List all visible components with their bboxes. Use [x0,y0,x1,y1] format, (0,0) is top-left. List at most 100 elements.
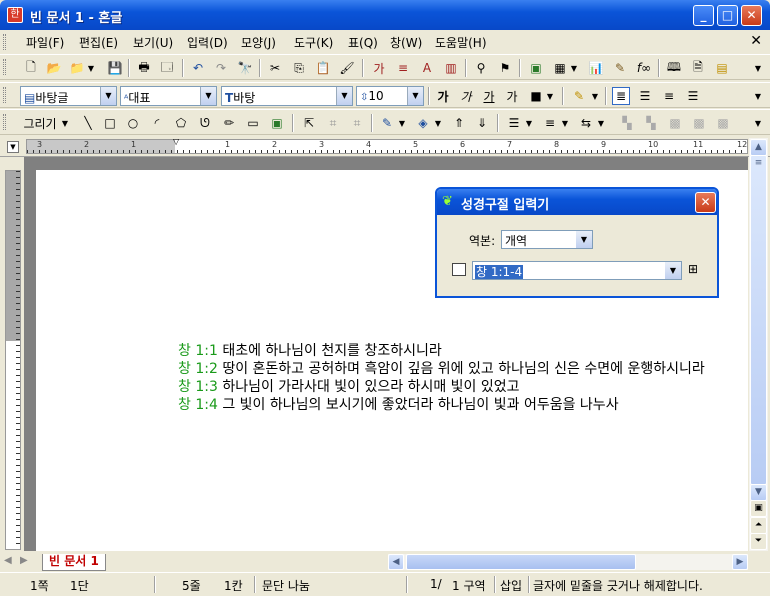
font-lang-select[interactable]: ▤바탕글 ▼ [20,86,117,106]
scroll-down-icon[interactable]: ▼ [750,484,767,501]
line-icon[interactable]: ╲ [79,114,97,132]
next-page-icon[interactable]: ⏷ [750,533,767,550]
distribute-icon[interactable]: ▚ [642,114,660,132]
scroll-left-icon[interactable]: ◀ [388,554,404,570]
line-style-icon[interactable]: ☰ [505,114,523,132]
text-color-icon[interactable]: ■ [527,87,545,105]
prev-page-icon[interactable]: ⏶ [750,517,767,534]
send-backward-icon[interactable]: ⇓ [473,114,491,132]
verse-line[interactable]: 창 1:4 그 빛이 하나님의 보시기에 좋았더라 하나님이 빛과 어두움을 나… [178,394,619,414]
app-icon[interactable]: 한 [7,7,23,23]
dialog-title-bar[interactable]: ❦ 성경구절 입력기 ✕ [437,189,717,215]
chevron-down-icon[interactable]: ▼ [665,262,681,279]
document-tab[interactable]: 빈 문서 1 [42,554,106,571]
dialog-close-button[interactable]: ✕ [695,192,716,213]
style-icon[interactable]: A [418,59,436,77]
line-width-icon[interactable]: ≡ [541,114,559,132]
chevron-down-icon[interactable]: ▼ [86,59,96,77]
group-icon[interactable]: ⌗ [324,114,342,132]
bring-forward-icon[interactable]: ⇑ [450,114,468,132]
ruler-scale[interactable]: 3 2 1 1 2 3 4 5 6 7 8 9 10 11 12 ▽ [26,138,748,154]
polygon-icon[interactable]: ⬠ [172,114,190,132]
paste-icon[interactable]: 📋 [314,59,332,77]
picture-icon[interactable]: ▣ [527,59,545,77]
rotate-icon[interactable]: ▩ [666,114,684,132]
chevron-down-icon[interactable]: ▼ [100,87,116,105]
chevron-down-icon[interactable]: ▼ [569,59,579,77]
chevron-down-icon[interactable]: ▼ [560,114,570,132]
align-right-icon[interactable]: ☰ [684,87,702,105]
underline-button[interactable]: 가 [480,87,498,105]
bookmark-icon[interactable]: ⚑ [496,59,514,77]
undo-icon[interactable]: ↶ [189,59,207,77]
hyperlink-icon[interactable]: ⚲ [472,59,490,77]
format-painter-icon[interactable]: 🖌 [338,59,356,77]
memo-icon[interactable]: ▤ [713,59,731,77]
close-button[interactable]: ✕ [741,5,762,26]
toolbar-overflow-icon[interactable]: ▼ [752,114,764,132]
menu-view[interactable]: 보기(U) [133,34,173,51]
chevron-down-icon[interactable]: ▼ [590,87,600,105]
open-folder-icon[interactable]: 📂 [45,59,63,77]
vertical-ruler[interactable] [5,170,21,550]
maximize-button[interactable]: □ [717,5,738,26]
align-center-icon[interactable]: ≡ [660,87,678,105]
char-shape-icon[interactable]: 가 [370,59,388,77]
rectangle-icon[interactable]: □ [101,114,119,132]
menu-tools[interactable]: 도구(K) [294,34,333,51]
drawing-icon[interactable]: ✎ [611,59,629,77]
vertical-scrollbar[interactable]: ▲ ≡ ▼ ▣ ⏶ ⏷ [749,138,768,551]
align-justify-icon[interactable]: ≣ [612,87,630,105]
book-icon[interactable] [452,263,466,276]
menu-insert[interactable]: 입력(D) [187,34,228,51]
open-menu-icon[interactable]: 📁 [68,59,86,77]
freehand-icon[interactable]: ✏ [220,114,238,132]
para-shape-icon[interactable]: ≡ [394,59,412,77]
toolbar-grip[interactable] [3,114,6,130]
ellipse-icon[interactable]: ○ [124,114,142,132]
fill-color-icon[interactable]: ◈ [414,114,432,132]
menu-window[interactable]: 창(W) [390,34,422,51]
minimize-button[interactable]: _ [693,5,714,26]
align-left-icon[interactable]: ☰ [636,87,654,105]
font-size-select[interactable]: ⇳10 ▼ [356,86,424,106]
toolbar-overflow-icon[interactable]: ▼ [752,59,764,77]
menu-help[interactable]: 도움말(H) [435,34,487,51]
tab-prev-icon[interactable]: ◀ [4,555,12,566]
curve-icon[interactable]: ᘎ [196,114,214,132]
ruler-toggle-icon[interactable]: ▼ [7,141,19,153]
flip-horizontal-icon[interactable]: ▩ [690,114,708,132]
toolbar-grip[interactable] [3,87,6,103]
scroll-thumb[interactable]: ≡ [750,155,767,485]
chevron-down-icon[interactable]: ▼ [545,87,555,105]
menu-edit[interactable]: 편집(E) [79,34,118,51]
dictionary-icon[interactable]: 🕮 [665,59,683,77]
verse-line[interactable]: 창 1:3 하나님이 가라사대 빛이 있으라 하시매 빛이 있었고 [178,376,520,396]
chevron-down-icon[interactable]: ▼ [336,87,352,105]
flip-vertical-icon[interactable]: ▩ [714,114,732,132]
chevron-down-icon[interactable]: ▼ [200,87,216,105]
save-icon[interactable]: 💾 [106,59,124,77]
scroll-up-icon[interactable]: ▲ [750,139,767,156]
indent-marker-icon[interactable]: ▽ [173,138,181,146]
horizontal-ruler[interactable]: ▼ 3 2 1 1 2 3 4 5 6 7 8 9 10 11 12 ▽ [0,137,770,157]
menu-grip[interactable] [3,34,6,50]
textbox-icon[interactable]: ▭ [244,114,262,132]
horizontal-scrollbar[interactable]: ◀ ▶ [388,554,748,570]
verse-line[interactable]: 창 1:1 태초에 하나님이 천지를 창조하시니라 [178,340,442,360]
emphasis-button[interactable]: 가 [503,87,521,105]
version-select[interactable]: 개역 ▼ [501,230,593,249]
draw-menu-button[interactable]: 그리기 [22,114,58,132]
toolbar-grip[interactable] [3,59,6,75]
select-object-icon[interactable]: ⇱ [300,114,318,132]
ungroup-icon[interactable]: ⌗ [348,114,366,132]
status-mode[interactable]: 삽입 [500,577,522,594]
italic-button[interactable]: 가 [457,87,475,105]
insert-verse-icon[interactable]: ⊞ [688,262,698,276]
print-preview-icon[interactable]: 🗔 [158,59,176,77]
bold-button[interactable]: 가 [434,87,452,105]
arrow-style-icon[interactable]: ⇆ [577,114,595,132]
line-color-icon[interactable]: ✎ [378,114,396,132]
page-view-icon[interactable]: ▣ [750,500,767,517]
menu-format[interactable]: 모양(J) [241,34,276,51]
